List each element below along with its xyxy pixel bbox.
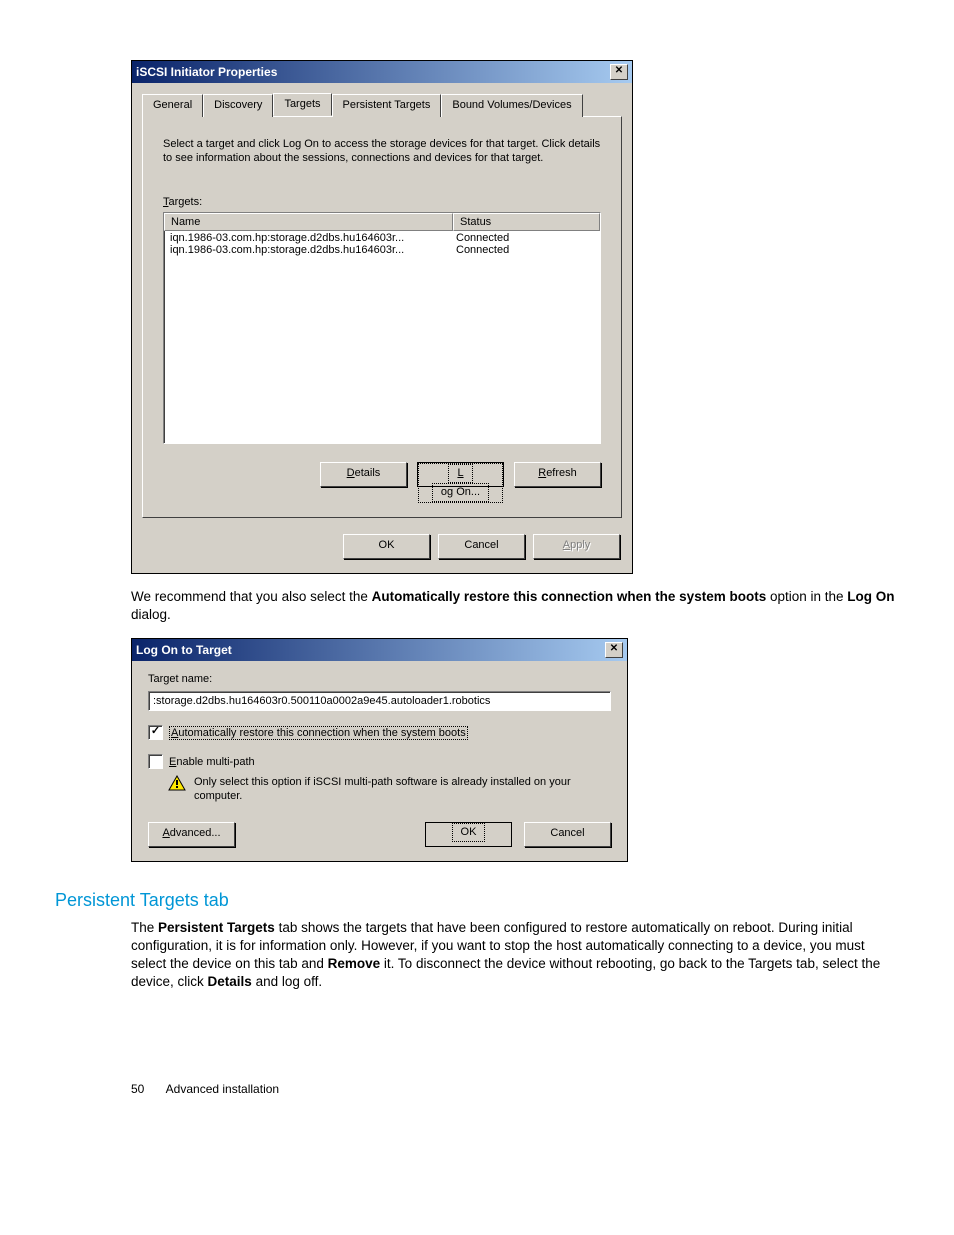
- auto-restore-checkbox[interactable]: ✓: [148, 725, 163, 740]
- iscsi-properties-dialog: iSCSI Initiator Properties ✕ General Dis…: [131, 60, 633, 574]
- persistent-targets-heading: Persistent Targets tab: [55, 890, 899, 911]
- target-name-field[interactable]: :storage.d2dbs.hu164603r0.500110a0002a9e…: [148, 691, 611, 711]
- target-name-cell: iqn.1986-03.com.hp:storage.d2dbs.hu16460…: [164, 232, 450, 244]
- page-footer: 50 Advanced installation: [55, 1082, 899, 1096]
- warning-text: Only select this option if iSCSI multi-p…: [194, 775, 611, 804]
- tab-discovery[interactable]: Discovery: [203, 94, 273, 117]
- enable-multipath-checkbox[interactable]: [148, 754, 163, 769]
- tab-description: Select a target and click Log On to acce…: [163, 137, 601, 166]
- page-number: 50: [131, 1082, 163, 1096]
- column-header-status[interactable]: Status: [453, 213, 600, 231]
- title-bar: Log On to Target ✕: [132, 639, 627, 661]
- tab-bound-volumes[interactable]: Bound Volumes/Devices: [441, 94, 582, 117]
- details-button[interactable]: Details: [320, 462, 407, 487]
- targets-label: Targets:: [163, 196, 601, 208]
- target-name-cell: iqn.1986-03.com.hp:storage.d2dbs.hu16460…: [164, 244, 450, 256]
- enable-multipath-label[interactable]: Enable multi-path: [169, 756, 255, 768]
- recommendation-paragraph: We recommend that you also select the Au…: [131, 588, 899, 624]
- tab-targets[interactable]: Targets: [273, 93, 331, 116]
- dialog-title: iSCSI Initiator Properties: [136, 65, 277, 79]
- column-header-name[interactable]: Name: [164, 213, 453, 231]
- log-on-to-target-dialog: Log On to Target ✕ Target name: :storage…: [131, 638, 628, 862]
- persistent-targets-paragraph: The Persistent Targets tab shows the tar…: [131, 919, 899, 992]
- target-name-label: Target name:: [148, 673, 611, 685]
- footer-text: Advanced installation: [166, 1082, 279, 1096]
- cancel-button[interactable]: Cancel: [524, 822, 611, 847]
- warning-icon: [168, 775, 186, 791]
- refresh-button[interactable]: Refresh: [514, 462, 601, 487]
- dialog-title: Log On to Target: [136, 643, 232, 657]
- target-status-cell: Connected: [450, 232, 509, 244]
- ok-button[interactable]: OK: [343, 534, 430, 559]
- tab-content: Select a target and click Log On to acce…: [142, 116, 622, 518]
- title-bar: iSCSI Initiator Properties ✕: [132, 61, 632, 83]
- tab-persistent-targets[interactable]: Persistent Targets: [332, 94, 442, 117]
- targets-list[interactable]: Name Status iqn.1986-03.com.hp:storage.d…: [163, 212, 601, 444]
- tab-general[interactable]: General: [142, 94, 203, 117]
- apply-button: Apply: [533, 534, 620, 559]
- close-icon[interactable]: ✕: [605, 642, 623, 658]
- target-status-cell: Connected: [450, 244, 509, 256]
- table-row[interactable]: iqn.1986-03.com.hp:storage.d2dbs.hu16460…: [164, 244, 600, 256]
- table-row[interactable]: iqn.1986-03.com.hp:storage.d2dbs.hu16460…: [164, 232, 600, 244]
- advanced-button[interactable]: Advanced...: [148, 822, 235, 847]
- tab-strip: General Discovery Targets Persistent Tar…: [142, 93, 622, 116]
- cancel-button[interactable]: Cancel: [438, 534, 525, 559]
- close-icon[interactable]: ✕: [610, 64, 628, 80]
- ok-button[interactable]: OK: [425, 822, 512, 847]
- auto-restore-label[interactable]: Automatically restore this connection wh…: [169, 727, 468, 739]
- log-on-button[interactable]: Log On...: [417, 462, 504, 487]
